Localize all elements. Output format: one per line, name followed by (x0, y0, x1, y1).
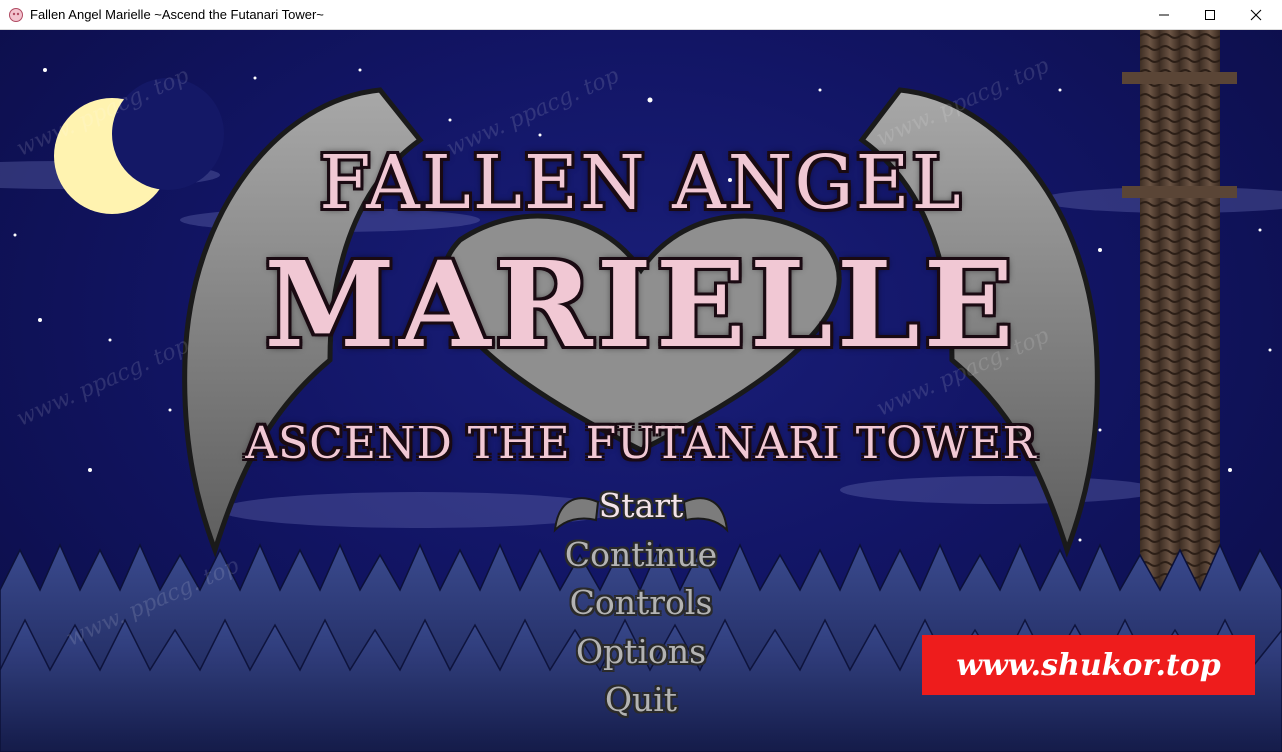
menu-start[interactable]: Start (0, 486, 1282, 525)
menu-controls[interactable]: Controls (0, 583, 1282, 622)
maximize-button[interactable] (1187, 0, 1233, 30)
watermark-banner: www.shukor.top (922, 635, 1255, 695)
app-icon (9, 8, 23, 22)
logo-line1: FALLEN ANGEL (319, 140, 963, 226)
window-title: Fallen Angel Marielle ~Ascend the Futana… (30, 7, 324, 22)
window-titlebar[interactable]: Fallen Angel Marielle ~Ascend the Futana… (0, 0, 1282, 30)
close-button[interactable] (1233, 0, 1279, 30)
minimize-button[interactable] (1141, 0, 1187, 30)
logo-line2: MARIELLE (264, 235, 1018, 374)
watermark-banner-text: www.shukor.top (956, 647, 1221, 683)
minimize-icon (1159, 14, 1169, 16)
game-canvas[interactable]: www. ppacg. top www. ppacg. top www. ppa… (0, 30, 1282, 752)
logo-subtitle: ASCEND THE FUTANARI TOWER (245, 418, 1037, 469)
maximize-icon (1205, 10, 1215, 20)
close-icon (1250, 9, 1262, 21)
menu-continue[interactable]: Continue (0, 535, 1282, 574)
